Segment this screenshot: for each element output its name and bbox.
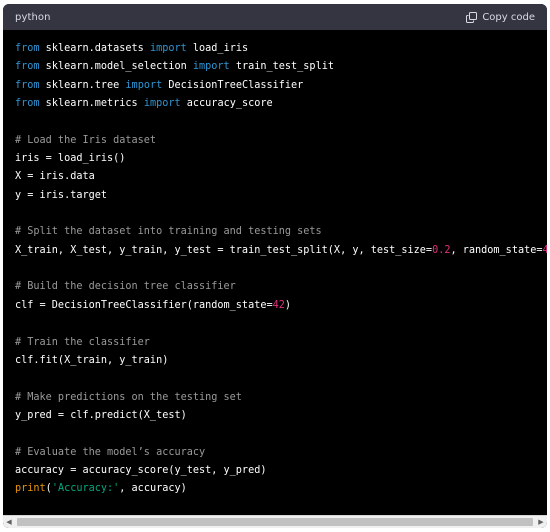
code-keyword: import (143, 98, 181, 110)
code-block: python Copy code from sklearn.datasets i… (3, 4, 547, 528)
code-line: from sklearn.tree import DecisionTreeCla… (15, 77, 547, 95)
code-comment: # Make predictions on the testing set (15, 391, 242, 403)
code-line: iris = load_iris() (15, 150, 547, 168)
code-text: y = iris.target (15, 189, 108, 201)
code-comment: # Evaluate the model’s accuracy (15, 446, 206, 458)
code-keyword: from (15, 98, 40, 110)
code-builtin: print (15, 483, 46, 495)
code-text: sklearn.metrics (39, 98, 144, 110)
code-line: X_train, X_test, y_train, y_test = train… (15, 242, 547, 260)
code-line: X = iris.data (15, 168, 547, 186)
code-text: X_train, X_test, y_train, y_test = train… (15, 244, 433, 256)
code-number: 42 (542, 244, 548, 256)
language-label: python (15, 11, 51, 23)
code-text: accuracy = accuracy_score(y_test, y_pred… (15, 464, 267, 476)
code-keyword: import (192, 61, 230, 73)
scroll-left-arrow-icon[interactable]: ◀ (3, 516, 15, 528)
code-text: , accuracy) (119, 483, 187, 495)
code-keyword: from (15, 61, 40, 73)
code-line: # Split the dataset into training and te… (15, 223, 547, 241)
code-line: from sklearn.datasets import load_iris (15, 40, 547, 58)
code-block-header: python Copy code (3, 4, 547, 30)
code-text: train_test_split (229, 61, 334, 73)
code-line: # Train the classifier (15, 334, 547, 352)
code-text: y_pred = clf.predict(X_test) (15, 409, 187, 421)
code-line: from sklearn.model_selection import trai… (15, 58, 547, 76)
code-line: y_pred = clf.predict(X_test) (15, 407, 547, 425)
code-comment: # Build the decision tree classifier (15, 281, 236, 293)
clipboard-icon (466, 11, 478, 23)
code-text: load_iris (186, 43, 249, 54)
code-line: print('Accuracy:', accuracy) (15, 480, 547, 498)
code-line: # Build the decision tree classifier (15, 278, 547, 296)
copy-code-label: Copy code (482, 11, 535, 23)
code-keyword: import (149, 43, 187, 54)
code-line: # Evaluate the model’s accuracy (15, 444, 547, 462)
code-text: clf = DecisionTreeClassifier(random_stat… (15, 299, 273, 311)
code-text: clf.fit(X_train, y_train) (15, 354, 169, 366)
code-number: 0.2 (432, 244, 451, 256)
code-comment: # Split the dataset into training and te… (15, 226, 322, 238)
code-line: accuracy = accuracy_score(y_test, y_pred… (15, 462, 547, 480)
code-line: clf.fit(X_train, y_train) (15, 352, 547, 370)
code-text: sklearn.datasets (39, 43, 150, 54)
code-comment: # Load the Iris dataset (15, 134, 157, 146)
code-text: iris = load_iris() (15, 153, 126, 165)
code-text: ) (284, 299, 292, 311)
code-line: # Load the Iris dataset (15, 132, 547, 150)
code-line: clf = DecisionTreeClassifier(random_stat… (15, 297, 547, 315)
code-text: sklearn.tree (39, 79, 126, 91)
code-keyword: from (15, 79, 40, 91)
horizontal-scrollbar[interactable]: ◀ ▶ (3, 515, 547, 528)
code-text: X = iris.data (15, 171, 95, 183)
code-line: # Make predictions on the testing set (15, 389, 547, 407)
code-keyword: import (125, 79, 163, 91)
code-text: , random_state= (450, 244, 543, 256)
scrollbar-thumb[interactable] (17, 518, 533, 526)
code-line: from sklearn.metrics import accuracy_sco… (15, 95, 547, 113)
code-line: y = iris.target (15, 187, 547, 205)
code-text: sklearn.model_selection (39, 61, 193, 73)
code-text: accuracy_score (180, 98, 273, 110)
code-keyword: from (15, 43, 40, 54)
code-string: 'Accuracy:' (51, 483, 120, 495)
code-text: DecisionTreeClassifier (162, 79, 304, 91)
code-comment: # Train the classifier (15, 336, 150, 348)
copy-code-button[interactable]: Copy code (466, 11, 535, 23)
scroll-right-arrow-icon[interactable]: ▶ (535, 516, 547, 528)
code-content: from sklearn.datasets import load_iris fr… (15, 40, 547, 499)
code-number: 42 (272, 299, 285, 311)
